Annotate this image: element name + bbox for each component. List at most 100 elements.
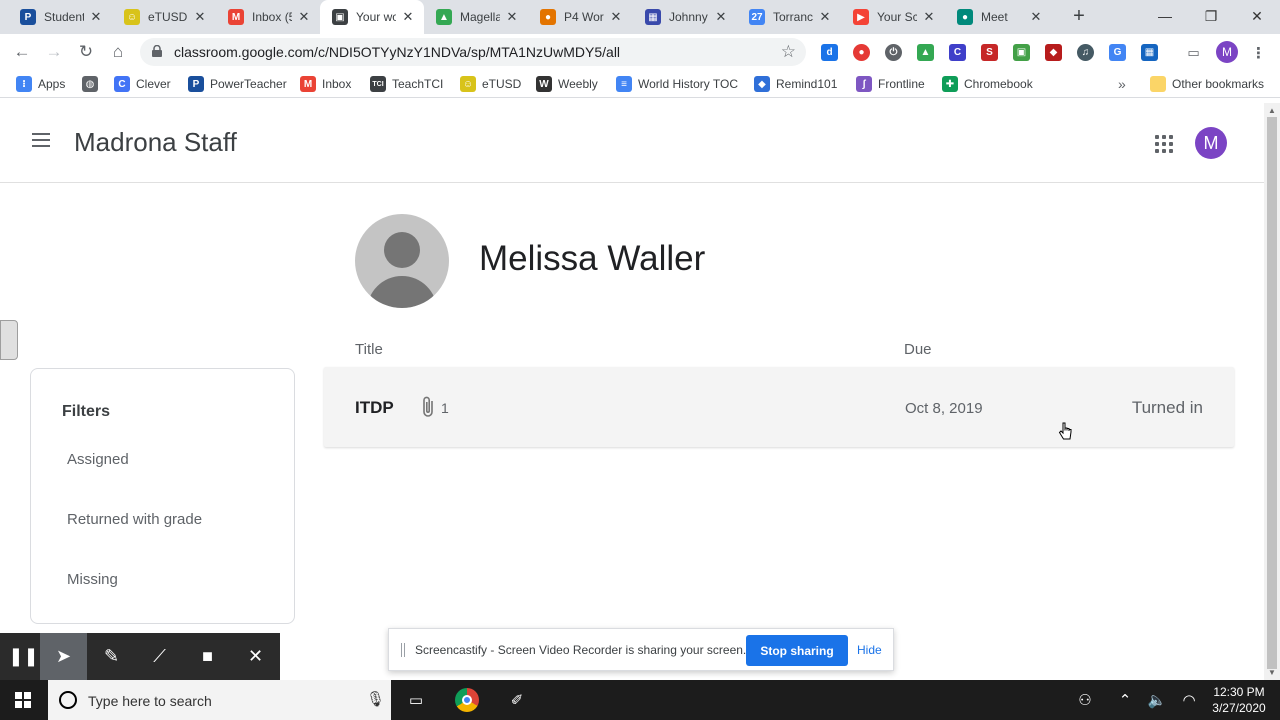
tab-title: Inbox (5 [252,10,292,24]
extension-c-icon[interactable]: C [949,44,966,61]
browser-tab[interactable]: P Student ✕ [8,0,112,34]
tci-icon: TCI [370,76,386,92]
paint-app-icon[interactable]: ✐ [505,688,529,712]
bookmark-star-icon[interactable]: ☆ [781,42,796,62]
attachment-count: 1 [441,400,449,416]
browser-tab[interactable]: ▦ Johnny ✕ [633,0,737,34]
attachment-icon [423,396,433,417]
browser-tab[interactable]: ▶ Your Sc ✕ [841,0,945,34]
bookmark-item[interactable]: ≡ World History TOC [616,75,738,93]
column-header-due: Due [904,341,932,358]
stop-sharing-button[interactable]: Stop sharing [746,635,848,666]
filter-missing[interactable]: Missing [67,571,118,588]
profile-avatar[interactable]: M [1216,41,1238,63]
close-tab-icon[interactable]: ✕ [192,9,208,25]
task-view-icon[interactable]: ▭ [404,688,428,712]
page-scrollbar[interactable]: ▲ ▼ [1264,103,1280,680]
bookmark-item[interactable]: ◍ [82,75,104,93]
taskbar-clock[interactable]: 12:30 PM 3/27/2020 [1206,684,1272,716]
bookmark-item[interactable]: ◆ Remind101 [754,75,837,93]
chrome-taskbar-icon[interactable] [455,688,479,712]
bookmarks-overflow-icon[interactable]: » [1118,75,1126,93]
filter-returned-with-grade[interactable]: Returned with grade [67,511,202,528]
extension-translate-icon[interactable]: G [1109,44,1126,61]
browser-tab[interactable]: ▲ Magella ✕ [424,0,528,34]
clock-date: 3/27/2020 [1212,701,1266,715]
close-tab-icon[interactable]: ✕ [88,9,104,25]
bookmark-item[interactable]: W Weebly [536,75,598,93]
people-icon[interactable]: ⚇ [1073,688,1097,712]
extension-record-icon[interactable]: ● [853,44,870,61]
close-tab-icon[interactable]: ✕ [921,9,937,25]
cursor-tool-icon[interactable]: ➤ [40,633,87,680]
back-icon[interactable]: ← [10,40,34,64]
bookmark-item[interactable]: C Clever [114,75,171,93]
taskbar-search[interactable]: Type here to search 🎙 [48,680,391,720]
restore-icon[interactable]: ❐ [1188,0,1234,32]
extension-power-icon[interactable]: ⏻ [885,44,902,61]
bookmark-item[interactable]: ☺ eTUSD [460,75,521,93]
extension-classroom-icon[interactable]: ▣ [1013,44,1030,61]
scroll-down-icon[interactable]: ▼ [1268,668,1276,677]
extension-shield-icon[interactable]: ◆ [1045,44,1062,61]
main-menu-icon[interactable] [32,133,52,149]
browser-tab[interactable]: ● P4 Wor ✕ [528,0,632,34]
reload-icon[interactable]: ↻ [74,40,98,64]
account-avatar[interactable]: M [1195,127,1227,159]
other-bookmarks[interactable]: Other bookmarks [1150,75,1264,93]
minimize-icon[interactable]: — [1142,0,1188,32]
close-tab-icon[interactable]: ✕ [296,9,312,25]
close-toolbar-icon[interactable]: ✕ [232,633,279,680]
scrollbar-thumb[interactable] [1267,117,1277,669]
bookmark-item[interactable]: ʃ Frontline [856,75,925,93]
browser-tab[interactable]: M Inbox (5 ✕ [216,0,320,34]
bookmark-item[interactable]: P PowerTeacher [188,75,287,93]
close-tab-icon[interactable]: ✕ [1028,9,1044,25]
more-menu-icon[interactable]: ⋮ [1250,44,1267,62]
microphone-icon[interactable]: 🎙 [366,690,385,708]
eraser-tool-icon[interactable]: ⟋ [136,633,183,680]
extension-s-icon[interactable]: S [981,44,998,61]
bookmark-item[interactable]: ✚ Chromebook [942,75,1033,93]
browser-tab[interactable]: ▣ Your wo ✕ [320,0,424,34]
pen-tool-icon[interactable]: ✎ [88,633,135,680]
extension-screen-icon[interactable]: ▦ [1141,44,1158,61]
bookmark-item[interactable]: M Inbox [300,75,351,93]
google-apps-icon[interactable] [1155,135,1173,153]
camera-icon[interactable]: ■ [184,633,231,680]
filter-assigned[interactable]: Assigned [67,451,129,468]
extension-d-icon[interactable]: d [821,44,838,61]
screencastify-toolbar: ❚❚ ➤ ✎ ⟋ ■ ✕ [0,633,280,680]
show-hidden-icons[interactable]: ⌃ [1113,688,1137,712]
address-bar[interactable]: classroom.google.com/c/NDI5OTYyNzY1NDVa/… [140,38,806,66]
column-header-title: Title [355,341,383,358]
extension-headphones-icon[interactable]: ♫ [1077,44,1094,61]
assignment-row[interactable]: ITDP 1 Oct 8, 2019 Turned in [324,367,1234,447]
cast-icon[interactable]: ▭ [1185,44,1202,61]
extension-drive-icon[interactable]: ▲ [917,44,934,61]
browser-tab[interactable]: ● Meet ✕ [945,0,1052,34]
drag-handle-icon[interactable] [401,643,405,657]
screencastify-drawer-handle[interactable] [0,320,18,360]
tab-title: Meet [981,10,1008,24]
bookmark-label: World History TOC [638,77,739,91]
bookmark-item[interactable]: ⁝ Apps [16,75,65,93]
browser-tab[interactable]: 27 Torranc ✕ [737,0,841,34]
bookmark-item[interactable]: TCI TeachTCI [370,75,443,93]
close-tab-icon[interactable]: ✕ [608,9,624,25]
close-tab-icon[interactable]: ✕ [400,9,416,25]
browser-tab[interactable]: ☺ eTUSD: ✕ [112,0,216,34]
class-title[interactable]: Madrona Staff [74,127,237,158]
close-tab-icon[interactable]: ✕ [817,9,833,25]
volume-icon[interactable]: 🔈 [1145,688,1169,712]
close-tab-icon[interactable]: ✕ [713,9,729,25]
scroll-up-icon[interactable]: ▲ [1268,106,1276,115]
close-tab-icon[interactable]: ✕ [504,9,520,25]
new-tab-button[interactable]: + [1068,6,1090,28]
wifi-icon[interactable]: ◠ [1177,688,1201,712]
hide-button[interactable]: Hide [857,643,882,657]
close-window-icon[interactable]: ✕ [1234,0,1280,32]
home-icon[interactable]: ⌂ [106,40,130,64]
bookmark-label: Apps [38,77,66,91]
windows-start-icon[interactable] [15,692,31,708]
